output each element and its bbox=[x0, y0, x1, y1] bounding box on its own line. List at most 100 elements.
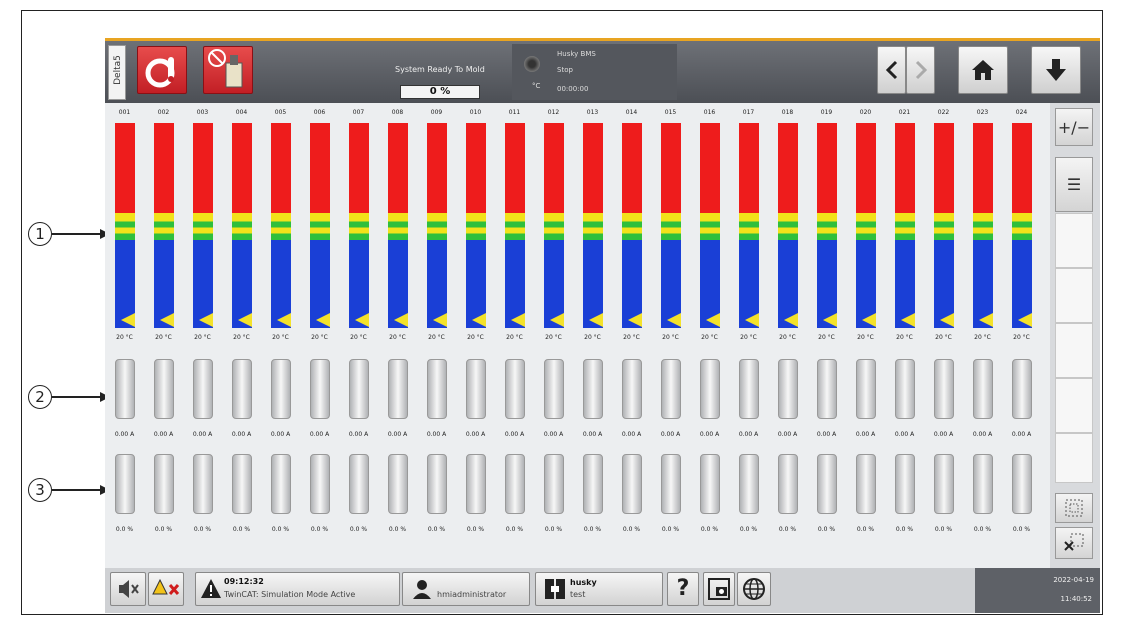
power-gauge[interactable] bbox=[115, 454, 135, 514]
power-gauge[interactable] bbox=[310, 454, 330, 514]
power-gauge[interactable] bbox=[193, 454, 213, 514]
zone-column[interactable]: 008 20 °C 0.00 A 0.0 % bbox=[378, 103, 417, 568]
zone-column[interactable]: 007 20 °C 0.00 A 0.0 % bbox=[339, 103, 378, 568]
current-gauge[interactable] bbox=[622, 359, 642, 419]
mute-button[interactable] bbox=[110, 572, 146, 606]
home-button[interactable] bbox=[958, 46, 1008, 94]
power-gauge[interactable] bbox=[739, 454, 759, 514]
zone-column[interactable]: 003 20 °C 0.00 A 0.0 % bbox=[183, 103, 222, 568]
toolbar-slot-3[interactable] bbox=[1055, 323, 1093, 378]
power-gauge[interactable] bbox=[427, 454, 447, 514]
zone-column[interactable]: 011 20 °C 0.00 A 0.0 % bbox=[495, 103, 534, 568]
temperature-bar[interactable] bbox=[505, 123, 525, 328]
current-gauge[interactable] bbox=[115, 359, 135, 419]
zone-column[interactable]: 005 20 °C 0.00 A 0.0 % bbox=[261, 103, 300, 568]
zone-column[interactable]: 002 20 °C 0.00 A 0.0 % bbox=[144, 103, 183, 568]
heater-status-button[interactable] bbox=[137, 46, 187, 94]
tab-delta5[interactable]: Delta5 bbox=[108, 45, 126, 100]
temperature-bar[interactable] bbox=[583, 123, 603, 328]
power-gauge[interactable] bbox=[154, 454, 174, 514]
temperature-bar[interactable] bbox=[271, 123, 291, 328]
plus-minus-button[interactable]: +/− bbox=[1055, 108, 1093, 146]
select-all-button[interactable] bbox=[1055, 493, 1093, 523]
current-gauge[interactable] bbox=[583, 359, 603, 419]
power-gauge[interactable] bbox=[544, 454, 564, 514]
zone-column[interactable]: 013 20 °C 0.00 A 0.0 % bbox=[573, 103, 612, 568]
deselect-button[interactable] bbox=[1055, 527, 1093, 559]
alarm-reset-button[interactable] bbox=[148, 572, 184, 606]
power-gauge[interactable] bbox=[934, 454, 954, 514]
power-gauge[interactable] bbox=[505, 454, 525, 514]
temperature-bar[interactable] bbox=[934, 123, 954, 328]
zone-column[interactable]: 024 20 °C 0.00 A 0.0 % bbox=[1002, 103, 1041, 568]
mold-button[interactable]: husky test bbox=[535, 572, 663, 606]
zone-column[interactable]: 014 20 °C 0.00 A 0.0 % bbox=[612, 103, 651, 568]
current-gauge[interactable] bbox=[466, 359, 486, 419]
download-button[interactable] bbox=[1031, 46, 1081, 94]
temperature-bar[interactable] bbox=[154, 123, 174, 328]
power-gauge[interactable] bbox=[349, 454, 369, 514]
power-gauge[interactable] bbox=[622, 454, 642, 514]
temperature-bar[interactable] bbox=[544, 123, 564, 328]
power-gauge[interactable] bbox=[973, 454, 993, 514]
current-gauge[interactable] bbox=[817, 359, 837, 419]
current-gauge[interactable] bbox=[778, 359, 798, 419]
power-gauge[interactable] bbox=[817, 454, 837, 514]
power-gauge[interactable] bbox=[466, 454, 486, 514]
machine-status-panel[interactable]: °C Husky BMS Stop 00:00:00 bbox=[512, 44, 677, 100]
temperature-bar[interactable] bbox=[115, 123, 135, 328]
zone-column[interactable]: 017 20 °C 0.00 A 0.0 % bbox=[729, 103, 768, 568]
temperature-bar[interactable] bbox=[427, 123, 447, 328]
zone-column[interactable]: 012 20 °C 0.00 A 0.0 % bbox=[534, 103, 573, 568]
screenshot-button[interactable] bbox=[703, 572, 735, 606]
zone-column[interactable]: 021 20 °C 0.00 A 0.0 % bbox=[885, 103, 924, 568]
toolbar-slot-1[interactable] bbox=[1055, 213, 1093, 268]
power-gauge[interactable] bbox=[1012, 454, 1032, 514]
power-gauge[interactable] bbox=[856, 454, 876, 514]
help-button[interactable]: ? bbox=[667, 572, 699, 606]
power-gauge[interactable] bbox=[895, 454, 915, 514]
current-gauge[interactable] bbox=[349, 359, 369, 419]
temperature-bar[interactable] bbox=[895, 123, 915, 328]
zone-column[interactable]: 004 20 °C 0.00 A 0.0 % bbox=[222, 103, 261, 568]
temperature-bar[interactable] bbox=[622, 123, 642, 328]
current-gauge[interactable] bbox=[271, 359, 291, 419]
temperature-bar[interactable] bbox=[700, 123, 720, 328]
temperature-bar[interactable] bbox=[817, 123, 837, 328]
temperature-bar[interactable] bbox=[193, 123, 213, 328]
current-gauge[interactable] bbox=[427, 359, 447, 419]
current-gauge[interactable] bbox=[154, 359, 174, 419]
forward-button[interactable] bbox=[906, 46, 935, 94]
zone-column[interactable]: 001 20 °C 0.00 A 0.0 % bbox=[105, 103, 144, 568]
power-gauge[interactable] bbox=[388, 454, 408, 514]
current-gauge[interactable] bbox=[973, 359, 993, 419]
power-gauge[interactable] bbox=[232, 454, 252, 514]
controller-disabled-button[interactable] bbox=[203, 46, 253, 94]
current-gauge[interactable] bbox=[388, 359, 408, 419]
language-button[interactable] bbox=[737, 572, 771, 606]
temperature-bar[interactable] bbox=[739, 123, 759, 328]
temperature-bar[interactable] bbox=[349, 123, 369, 328]
user-button[interactable]: hmiadministrator bbox=[402, 572, 530, 606]
zone-column[interactable]: 020 20 °C 0.00 A 0.0 % bbox=[846, 103, 885, 568]
current-gauge[interactable] bbox=[232, 359, 252, 419]
power-gauge[interactable] bbox=[778, 454, 798, 514]
zone-column[interactable]: 023 20 °C 0.00 A 0.0 % bbox=[963, 103, 1002, 568]
back-button[interactable] bbox=[877, 46, 906, 94]
power-gauge[interactable] bbox=[700, 454, 720, 514]
zone-column[interactable]: 022 20 °C 0.00 A 0.0 % bbox=[924, 103, 963, 568]
zone-column[interactable]: 009 20 °C 0.00 A 0.0 % bbox=[417, 103, 456, 568]
temperature-bar[interactable] bbox=[1012, 123, 1032, 328]
zone-column[interactable]: 019 20 °C 0.00 A 0.0 % bbox=[807, 103, 846, 568]
toolbar-slot-5[interactable] bbox=[1055, 433, 1093, 483]
power-gauge[interactable] bbox=[661, 454, 681, 514]
current-gauge[interactable] bbox=[1012, 359, 1032, 419]
zone-column[interactable]: 018 20 °C 0.00 A 0.0 % bbox=[768, 103, 807, 568]
temperature-bar[interactable] bbox=[466, 123, 486, 328]
temperature-bar[interactable] bbox=[232, 123, 252, 328]
zone-column[interactable]: 006 20 °C 0.00 A 0.0 % bbox=[300, 103, 339, 568]
temperature-bar[interactable] bbox=[388, 123, 408, 328]
zone-column[interactable]: 010 20 °C 0.00 A 0.0 % bbox=[456, 103, 495, 568]
temperature-bar[interactable] bbox=[973, 123, 993, 328]
zone-column[interactable]: 015 20 °C 0.00 A 0.0 % bbox=[651, 103, 690, 568]
